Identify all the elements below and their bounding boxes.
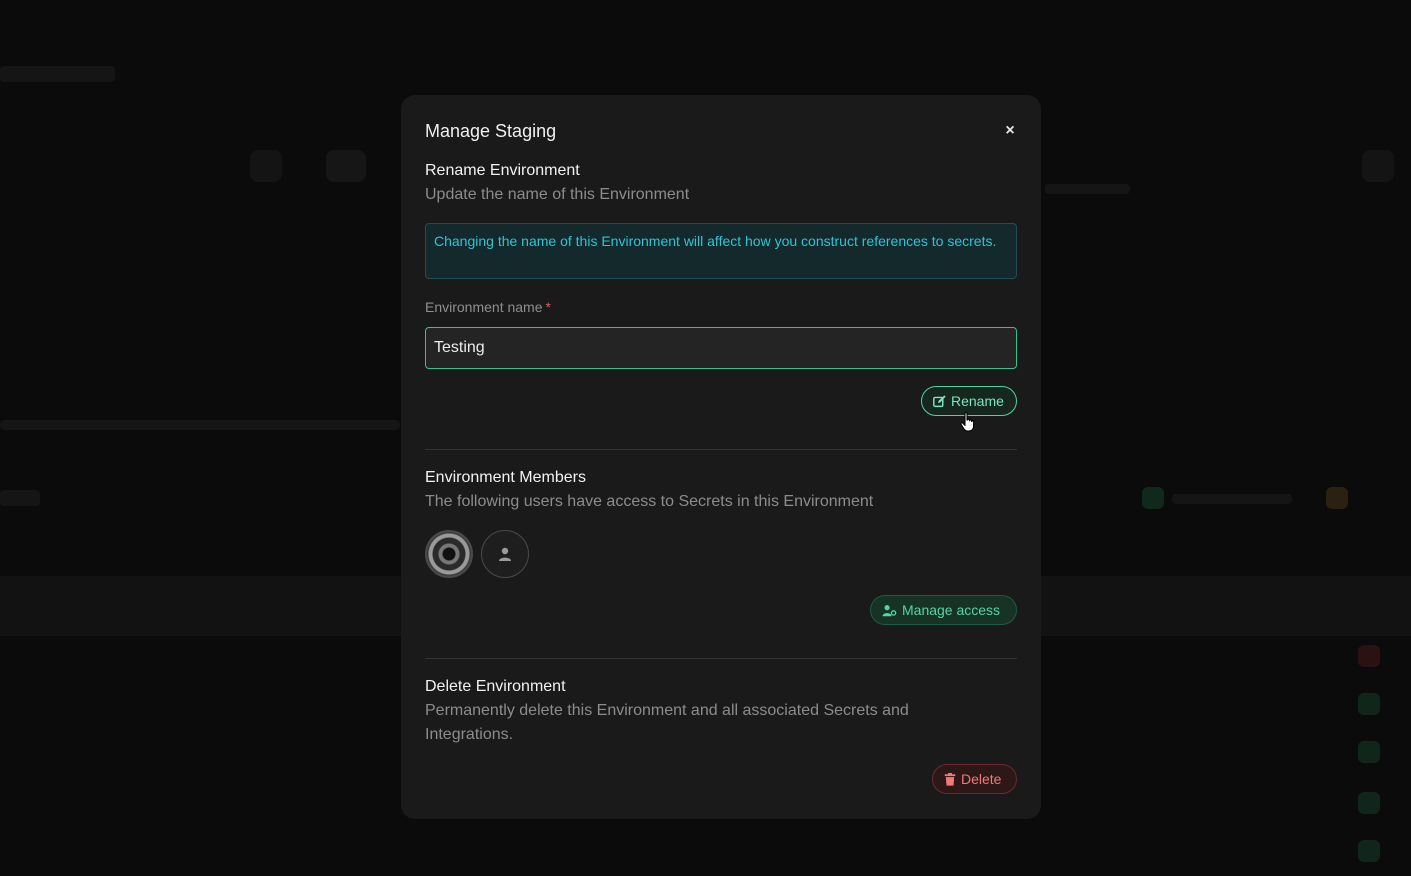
environment-name-label: Environment name * bbox=[425, 299, 551, 315]
rename-section-description: Update the name of this Environment bbox=[425, 186, 690, 203]
bg-placeholder bbox=[1045, 184, 1130, 194]
bg-placeholder bbox=[250, 150, 282, 182]
bg-placeholder bbox=[1172, 494, 1292, 504]
section-divider bbox=[425, 658, 1017, 659]
close-icon: × bbox=[1005, 122, 1015, 139]
bg-placeholder bbox=[1362, 150, 1394, 182]
dialog-title: Manage Staging bbox=[425, 121, 557, 141]
bg-placeholder bbox=[1358, 792, 1380, 814]
rename-info-alert: Changing the name of this Environment wi… bbox=[425, 223, 1017, 279]
bg-placeholder bbox=[326, 150, 366, 182]
delete-section-description: Permanently delete this Environment and … bbox=[425, 702, 909, 743]
bg-placeholder bbox=[1358, 693, 1380, 715]
manage-access-label: Manage access bbox=[902, 602, 1001, 618]
member-avatar-photo[interactable] bbox=[425, 530, 473, 578]
members-section-title: Environment Members bbox=[425, 469, 586, 486]
section-divider bbox=[425, 449, 1017, 450]
bg-placeholder bbox=[1358, 741, 1380, 763]
delete-button-label: Delete bbox=[961, 771, 1002, 787]
bg-placeholder bbox=[1358, 645, 1380, 667]
member-avatar-generic[interactable] bbox=[481, 530, 529, 578]
environment-name-label-text: Environment name bbox=[425, 299, 543, 315]
environment-name-input[interactable] bbox=[425, 327, 1017, 369]
bg-placeholder bbox=[1142, 487, 1164, 509]
bg-placeholder bbox=[1358, 840, 1380, 862]
edit-icon bbox=[933, 394, 946, 407]
manage-environment-dialog: Manage Staging × Rename Environment Upda… bbox=[401, 95, 1041, 819]
trash-icon bbox=[944, 772, 956, 786]
user-gear-icon bbox=[882, 604, 897, 616]
bg-placeholder bbox=[0, 490, 40, 506]
manage-access-button[interactable]: Manage access bbox=[870, 595, 1017, 625]
members-section-description: The following users have access to Secre… bbox=[425, 493, 874, 510]
close-button[interactable]: × bbox=[1001, 121, 1019, 141]
delete-section-title: Delete Environment bbox=[425, 678, 566, 695]
rename-section-title: Rename Environment bbox=[425, 162, 580, 179]
required-marker: * bbox=[545, 299, 551, 315]
bg-placeholder bbox=[0, 420, 400, 430]
bg-placeholder bbox=[1326, 487, 1348, 509]
pointer-cursor-icon bbox=[960, 412, 975, 432]
bg-placeholder bbox=[0, 66, 115, 82]
user-icon bbox=[499, 547, 511, 561]
delete-button[interactable]: Delete bbox=[932, 764, 1017, 794]
rename-button-label: Rename bbox=[951, 393, 1004, 409]
